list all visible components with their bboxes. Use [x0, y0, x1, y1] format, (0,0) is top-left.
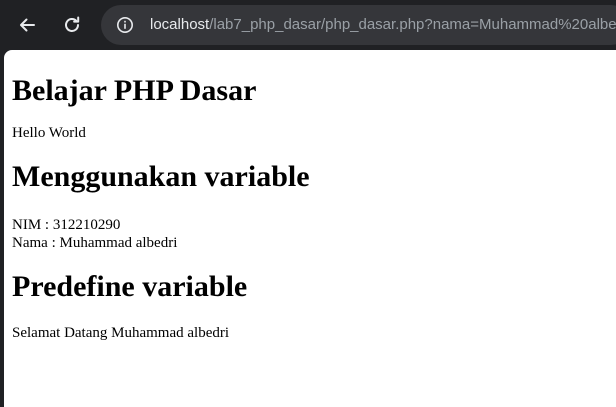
browser-toolbar: localhost/lab7_php_dasar/php_dasar.php?n… [0, 0, 616, 50]
page-viewport: Belajar PHP Dasar Hello World Menggunaka… [4, 50, 616, 407]
site-info-icon[interactable] [116, 16, 134, 34]
heading-variable: Menggunakan variable [12, 160, 310, 193]
url-path: /lab7_php_dasar/php_dasar.php?nama=Muham… [209, 16, 616, 33]
heading-belajar-php: Belajar PHP Dasar [12, 74, 257, 107]
back-arrow-icon [20, 18, 35, 32]
greeting-text: Selamat Datang Muhammad albedri [12, 325, 230, 341]
reload-button[interactable] [57, 10, 87, 40]
address-bar[interactable]: localhost/lab7_php_dasar/php_dasar.php?n… [101, 5, 616, 45]
nama-text: Nama : Muhammad albedri [12, 235, 178, 251]
hello-world-text: Hello World [12, 125, 86, 141]
page-content: Belajar PHP Dasar Hello World Menggunaka… [4, 50, 616, 342]
reload-icon [65, 16, 80, 32]
student-info: NIM : 312210290 Nama : Muhammad albedri [12, 216, 608, 252]
back-button[interactable] [12, 10, 42, 40]
url-host: localhost [150, 16, 210, 33]
nim-text: NIM : 312210290 [12, 217, 121, 233]
browser-window: localhost/lab7_php_dasar/php_dasar.php?n… [0, 0, 616, 407]
heading-predefine-variable: Predefine variable [12, 270, 248, 303]
url-text[interactable]: localhost/lab7_php_dasar/php_dasar.php?n… [150, 15, 616, 35]
